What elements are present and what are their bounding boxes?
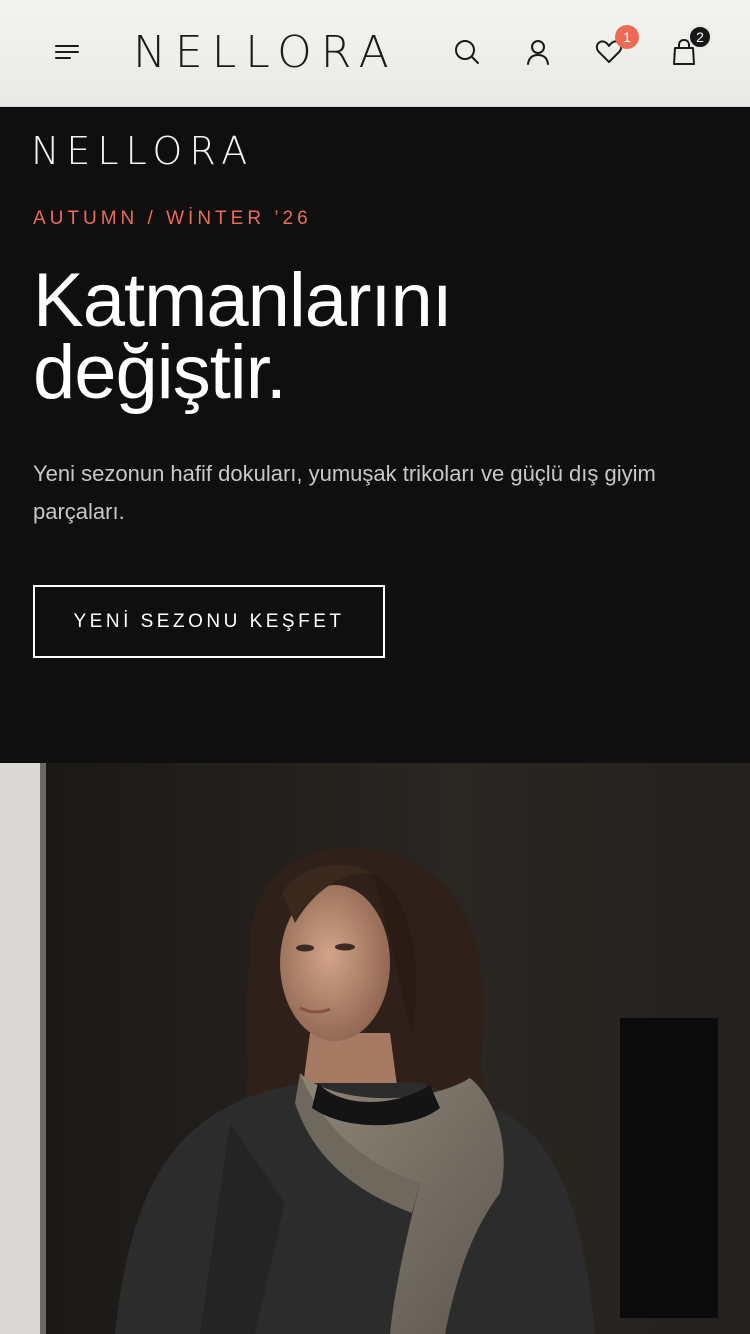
brand-logo[interactable]: NELLORA	[133, 26, 399, 80]
cart-count-badge: 2	[688, 25, 712, 49]
search-button[interactable]	[450, 35, 484, 69]
menu-icon	[55, 45, 79, 59]
wishlist-count-badge: 1	[615, 25, 639, 49]
headline-line-1: Katmanlarını	[33, 258, 453, 343]
hero-section: NELLORA AUTUMN / WİNTER ’26 Katmanlarını…	[0, 107, 750, 763]
hero-brand-logo: NELLORA	[31, 129, 255, 173]
hero-photo	[0, 763, 750, 1334]
search-icon	[455, 40, 479, 64]
site-header: NELLORA 1 2	[0, 0, 750, 107]
hero-headline: Katmanlarını değiştir.	[33, 258, 713, 415]
woman-in-coat-illustration	[0, 763, 750, 1334]
account-button[interactable]	[521, 35, 555, 69]
discover-new-season-button[interactable]: YENİ SEZONU KEŞFET	[33, 585, 385, 658]
menu-button[interactable]	[50, 35, 84, 69]
season-eyebrow: AUTUMN / WİNTER ’26	[33, 208, 312, 229]
hero-subtitle: Yeni sezonun hafif dokuları, yumuşak tri…	[33, 461, 656, 524]
headline-line-2: değiştir.	[33, 330, 287, 415]
user-icon	[527, 40, 549, 65]
